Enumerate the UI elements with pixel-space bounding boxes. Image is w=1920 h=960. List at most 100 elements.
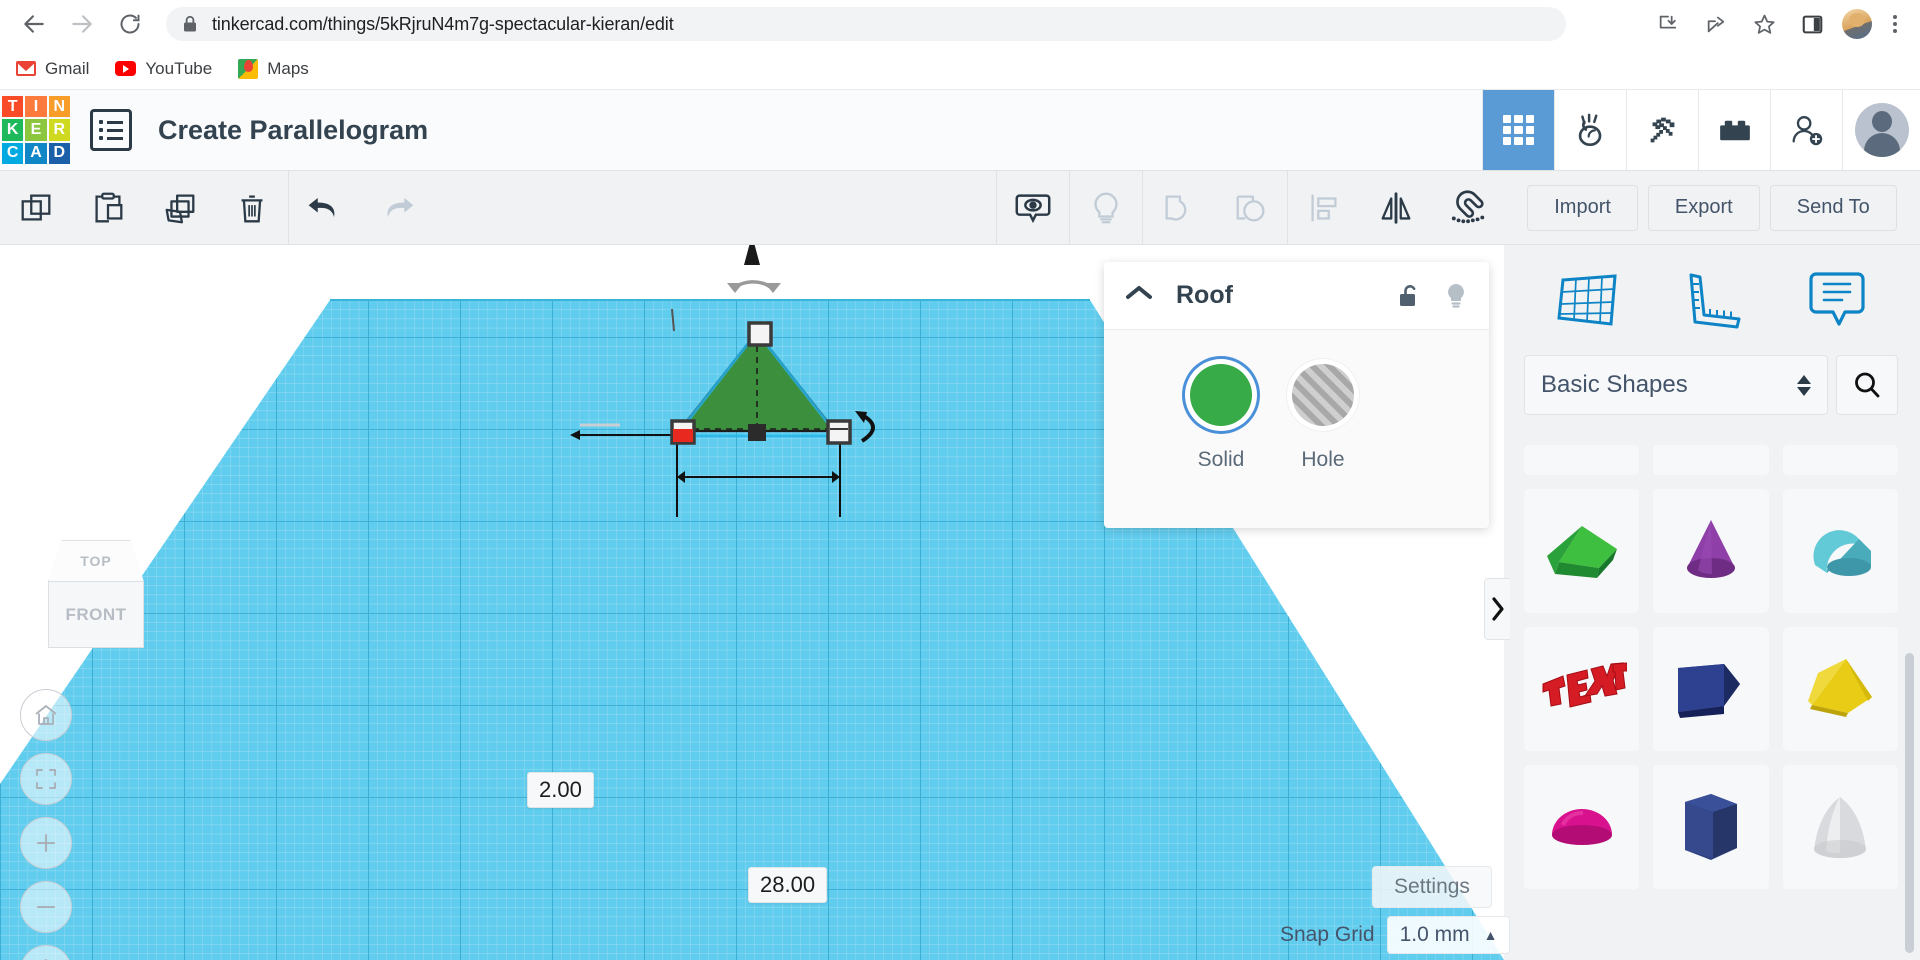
shape-search-button[interactable] — [1836, 355, 1898, 415]
shape-hex-prism[interactable] — [1653, 765, 1768, 889]
shape-partial-top-3[interactable] — [1783, 445, 1898, 475]
bookmark-maps[interactable]: Maps — [238, 59, 309, 79]
hole-option[interactable]: Hole — [1292, 364, 1354, 472]
rotate-handle-side[interactable] — [855, 411, 873, 441]
lego-brick-icon[interactable] — [1698, 90, 1770, 170]
export-button[interactable]: Export — [1648, 185, 1760, 231]
handle-bottom-center[interactable] — [748, 424, 766, 441]
shape-box-arrow[interactable] — [1653, 627, 1768, 751]
shape-roof[interactable] — [1524, 489, 1639, 613]
note-icon[interactable] — [1794, 257, 1880, 343]
rotate-handle-top[interactable] — [727, 245, 781, 293]
logo-tile-i: I — [25, 96, 46, 117]
handle-top[interactable] — [749, 323, 771, 345]
align-button[interactable] — [1288, 171, 1360, 244]
hint-lightbulb-button[interactable] — [1070, 171, 1142, 244]
import-button[interactable]: Import — [1527, 185, 1638, 231]
mirror-icon — [1376, 189, 1416, 227]
ruler-icon[interactable] — [1669, 257, 1755, 343]
app-header: T I N K E R C A D Create Parallelogram — [0, 90, 1920, 171]
side-panel-icon[interactable] — [1793, 5, 1831, 43]
delete-button[interactable] — [216, 171, 288, 244]
inspector-options: Solid Hole — [1104, 330, 1489, 472]
show-hide-button[interactable] — [997, 171, 1069, 244]
trash-icon — [233, 189, 271, 227]
width-dimension-label[interactable]: 28.00 — [748, 867, 827, 903]
codeblocks-pickaxe-icon[interactable] — [1626, 90, 1698, 170]
invite-person-icon[interactable] — [1770, 90, 1842, 170]
width-dimension — [677, 443, 840, 517]
duplicate-button[interactable] — [144, 171, 216, 244]
bookmark-star-icon[interactable] — [1745, 5, 1783, 43]
shape-cone[interactable] — [1653, 489, 1768, 613]
shape-half-cylinder[interactable] — [1783, 489, 1898, 613]
shapes-panel-scrollbar[interactable] — [1905, 653, 1914, 953]
tinkercad-logo[interactable]: T I N K E R C A D — [0, 94, 72, 166]
settings-button[interactable]: Settings — [1372, 866, 1492, 908]
shape-row — [1524, 765, 1898, 889]
workplane-icon[interactable] — [1544, 257, 1630, 343]
collapse-panel-button[interactable] — [1484, 578, 1510, 640]
shape-pyramid[interactable] — [1783, 627, 1898, 751]
text-shape-icon — [1537, 662, 1627, 716]
shape-paraboloid[interactable] — [1783, 765, 1898, 889]
solid-swatch[interactable] — [1190, 364, 1252, 426]
shape-library-select[interactable]: Basic Shapes — [1524, 355, 1828, 415]
designs-grid-icon[interactable] — [1482, 90, 1554, 170]
address-bar[interactable]: tinkercad.com/things/5kRjruN4m7g-spectac… — [166, 7, 1566, 41]
paste-button[interactable] — [72, 171, 144, 244]
handle-bottom-right[interactable] — [828, 421, 850, 443]
height-dimension-label[interactable]: 2.00 — [527, 772, 594, 808]
address-bar-url: tinkercad.com/things/5kRjruN4m7g-spectac… — [212, 14, 674, 35]
browser-back-button[interactable] — [14, 4, 54, 44]
send-to-button[interactable]: Send To — [1770, 185, 1897, 231]
hole-swatch[interactable] — [1292, 364, 1354, 426]
mirror-button[interactable] — [1360, 171, 1432, 244]
edit-toolbar — [0, 171, 1504, 245]
copy-icon — [17, 189, 55, 227]
chevron-right-icon — [1491, 596, 1505, 622]
snap-magnet-button[interactable] — [1432, 171, 1504, 244]
lightbulb-icon — [1087, 189, 1125, 227]
chevron-updown-icon — [1797, 375, 1811, 396]
ungroup-button[interactable] — [1215, 171, 1287, 244]
logo-tile-d: D — [49, 143, 70, 164]
shape-panel-tools — [1504, 245, 1920, 355]
bookmark-label: Maps — [267, 59, 309, 79]
kebab-menu-icon[interactable] — [1878, 5, 1912, 43]
lightbulb-icon[interactable] — [1443, 282, 1469, 310]
bookmark-youtube[interactable]: YouTube — [115, 59, 212, 79]
shape-partial-top-1[interactable] — [1524, 445, 1639, 475]
gmail-icon — [16, 61, 36, 76]
snap-grid-select[interactable]: 1.0 mm ▲ — [1387, 916, 1511, 954]
ruler-tick — [672, 309, 674, 331]
copy-button[interactable] — [0, 171, 72, 244]
browser-toolbar: tinkercad.com/things/5kRjruN4m7g-spectac… — [0, 0, 1920, 48]
cone-shape-icon — [1672, 512, 1750, 590]
redo-button[interactable] — [361, 171, 433, 244]
snap-grid-label: Snap Grid — [1280, 923, 1375, 947]
solid-option[interactable]: Solid — [1190, 364, 1252, 472]
bookmark-gmail[interactable]: Gmail — [16, 59, 89, 79]
shape-text[interactable] — [1524, 627, 1639, 751]
share-icon[interactable] — [1697, 5, 1735, 43]
download-icon[interactable] — [1649, 5, 1687, 43]
chevron-up-icon[interactable] — [1124, 283, 1154, 308]
list-menu-icon[interactable] — [90, 109, 132, 151]
shape-half-sphere[interactable] — [1524, 765, 1639, 889]
forward-arrow-icon — [69, 11, 95, 37]
unlock-icon[interactable] — [1397, 283, 1421, 309]
user-avatar[interactable] — [1842, 90, 1920, 170]
duplicate-icon — [161, 189, 199, 227]
profile-avatar[interactable] — [1842, 9, 1872, 39]
circuits-icon[interactable] — [1554, 90, 1626, 170]
browser-forward-button[interactable] — [62, 4, 102, 44]
roof-shape-icon — [1539, 516, 1625, 586]
browser-reload-button[interactable] — [110, 4, 150, 44]
shape-partial-top-2[interactable] — [1653, 445, 1768, 475]
shape-gallery — [1504, 445, 1920, 960]
google-maps-icon — [238, 59, 258, 79]
undo-button[interactable] — [289, 171, 361, 244]
group-button[interactable] — [1143, 171, 1215, 244]
handle-bottom-left-active[interactable] — [673, 429, 693, 442]
